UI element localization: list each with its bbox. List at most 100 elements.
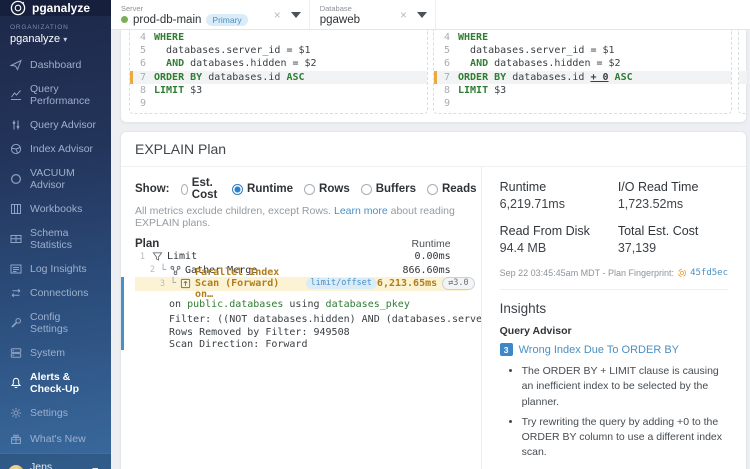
code-line: 6 AND databases.hidden = $2 bbox=[130, 57, 427, 70]
chevron-down-icon: ▾ bbox=[63, 35, 67, 44]
stat-io-read-time: I/O Read Time1,723.52ms bbox=[618, 180, 728, 211]
selected-plan-node-block: 3 └ Parallel Index Scan (Forward) on… li… bbox=[135, 277, 467, 352]
plan-pane: Show: Est. CostRuntimeRowsBuffersReadsWr… bbox=[121, 167, 481, 469]
user-name: Jens Nikolaus bbox=[30, 461, 85, 469]
code-line: 7ORDER BY databases.id + 0 ASC bbox=[434, 71, 731, 84]
query-rewritten-panel: 4WHERE5 databases.server_id = $16 AND da… bbox=[433, 30, 732, 114]
plan-node-details: on public.databases using databases_pkey… bbox=[169, 297, 467, 352]
database-selector[interactable]: Database pgaweb × bbox=[310, 0, 436, 29]
server-value: prod-db-main bbox=[133, 14, 201, 26]
show-label: Show: bbox=[135, 183, 170, 195]
org-label: ORGANIZATION bbox=[10, 24, 101, 31]
rows-removed-text: Rows Removed by Filter: 949508 bbox=[169, 327, 467, 340]
workbooks-icon bbox=[10, 203, 22, 215]
sidebar-item-query-performance[interactable]: Query Performance bbox=[0, 77, 111, 113]
radio-reads[interactable]: Reads bbox=[427, 183, 477, 195]
server-selector[interactable]: Server prod-db-main Primary × bbox=[111, 0, 310, 29]
code-line: 8LIMIT $3 bbox=[130, 84, 427, 97]
top-header: Server prod-db-main Primary × Database p… bbox=[111, 0, 750, 30]
sidebar-item-vacuum-advisor[interactable]: VACUUM Advisor bbox=[0, 161, 111, 197]
filter-text: Filter: ((NOT databases.hidden) AND (dat… bbox=[169, 314, 481, 325]
fingerprint-icon bbox=[677, 268, 687, 278]
sidebar-item-alerts-check-up[interactable]: Alerts & Check-Up bbox=[0, 365, 111, 401]
user-menu[interactable]: Jens Nikolaus bbox=[0, 453, 111, 469]
radio-rows[interactable]: Rows bbox=[304, 183, 350, 195]
sidebar-item-index-advisor[interactable]: Index Advisor bbox=[0, 137, 111, 161]
org-switcher[interactable]: pganalyze ▾ bbox=[10, 33, 101, 45]
fingerprint-hash-link[interactable]: 45fd5ec bbox=[690, 268, 728, 278]
query-performance-icon bbox=[10, 89, 22, 101]
sidebar-item-config-settings[interactable]: Config Settings bbox=[0, 305, 111, 341]
code-line: 4WHERE bbox=[434, 31, 731, 44]
sidebar-item-system[interactable]: System bbox=[0, 341, 111, 365]
insight-bullet: The ORDER BY + LIMIT clause is causing a… bbox=[522, 364, 728, 410]
plan-node-limit[interactable]: 1 Limit 0.00ms bbox=[135, 250, 467, 264]
scan-direction-text: Scan Direction: Forward bbox=[169, 339, 467, 352]
config-settings-icon bbox=[10, 317, 22, 329]
org-section: ORGANIZATION pganalyze ▾ bbox=[0, 16, 111, 51]
clear-server-icon[interactable]: × bbox=[274, 8, 281, 22]
app-root: pganalyze ORGANIZATION pganalyze ▾ Dashb… bbox=[0, 0, 750, 469]
funnel-icon bbox=[152, 251, 163, 262]
stat-total-est-cost: Total Est. Cost37,139 bbox=[618, 224, 728, 255]
plan-node-gather-merge[interactable]: 2 └ Gather Merge 866.60ms bbox=[135, 264, 467, 278]
radio-circle-icon bbox=[304, 184, 315, 195]
query-diff-card: 4WHERE5 databases.server_id = $16 AND da… bbox=[120, 30, 747, 123]
sidebar-item-settings[interactable]: Settings bbox=[0, 401, 111, 425]
whats-new-link[interactable]: What's New bbox=[0, 425, 111, 453]
dashboard-icon bbox=[10, 59, 22, 71]
stat-runtime: Runtime6,219.71ms bbox=[500, 180, 610, 211]
index-scan-icon bbox=[180, 278, 191, 289]
clear-database-icon[interactable]: × bbox=[400, 8, 407, 22]
stat-read-from-disk: Read From Disk94.4 MB bbox=[500, 224, 610, 255]
database-dropdown-icon[interactable] bbox=[417, 12, 427, 18]
gift-icon bbox=[10, 433, 22, 445]
code-line: 4WHERE bbox=[130, 31, 427, 44]
radio-buffers[interactable]: Buffers bbox=[361, 183, 416, 195]
explain-plan-card: EXPLAIN Plan Show: Est. Cost Runtime Rows B… bbox=[120, 131, 747, 469]
radio-runtime[interactable]: Runtime bbox=[232, 183, 293, 195]
settings-icon bbox=[10, 407, 22, 419]
insights-title: Insights bbox=[500, 301, 728, 316]
limit-offset-badge: limit/offset bbox=[306, 278, 377, 289]
code-line: 9 bbox=[130, 97, 427, 110]
radio-circle-icon bbox=[427, 184, 438, 195]
gather-merge-icon bbox=[170, 265, 181, 276]
sidebar-item-dashboard[interactable]: Dashboard bbox=[0, 53, 111, 77]
server-label: Server bbox=[121, 4, 248, 13]
learn-more-link[interactable]: Learn more bbox=[334, 205, 388, 217]
radio-est-cost[interactable]: Est. Cost bbox=[181, 177, 222, 201]
pganalyze-logo-icon bbox=[10, 0, 26, 16]
code-line: 5 databases.server_id = $1 bbox=[434, 44, 731, 57]
wrong-index-insight-link[interactable]: Wrong Index Due To ORDER BY bbox=[519, 344, 679, 356]
connections-icon bbox=[10, 287, 22, 299]
sidebar: pganalyze ORGANIZATION pganalyze ▾ Dashb… bbox=[0, 0, 111, 469]
radio-circle-icon bbox=[232, 184, 243, 195]
sidebar-item-connections[interactable]: Connections bbox=[0, 281, 111, 305]
plan-column-header: Plan bbox=[135, 238, 159, 250]
main-scroll-area: 4WHERE5 databases.server_id = $16 AND da… bbox=[111, 30, 750, 469]
log-insights-icon bbox=[10, 263, 22, 275]
index-name: databases_pkey bbox=[326, 299, 410, 310]
insight-bullet-list: The ORDER BY + LIMIT clause is causing a… bbox=[522, 364, 728, 460]
radio-circle-icon bbox=[181, 184, 188, 195]
plan-fingerprint-row: Sep 22 03:45:45am MDT - Plan Fingerprint… bbox=[500, 268, 728, 290]
explain-plan-title: EXPLAIN Plan bbox=[121, 132, 746, 167]
database-value: pgaweb bbox=[320, 14, 360, 26]
sidebar-item-schema-statistics[interactable]: Schema Statistics bbox=[0, 221, 111, 257]
plan-node-parallel-index-scan[interactable]: 3 └ Parallel Index Scan (Forward) on… li… bbox=[135, 277, 467, 291]
logo-row[interactable]: pganalyze bbox=[0, 0, 111, 16]
query-advisor-icon bbox=[10, 119, 22, 131]
sidebar-item-query-advisor[interactable]: Query Advisor bbox=[0, 113, 111, 137]
sidebar-nav: DashboardQuery PerformanceQuery AdvisorI… bbox=[0, 53, 111, 425]
code-line: 9 bbox=[434, 97, 731, 110]
server-dropdown-icon[interactable] bbox=[291, 12, 301, 18]
query-panel-overflow-sliver bbox=[738, 30, 747, 114]
runtime-column-header: Runtime bbox=[412, 238, 451, 250]
sidebar-bottom: What's New Jens Nikolaus bbox=[0, 425, 111, 469]
sidebar-item-log-insights[interactable]: Log Insights bbox=[0, 257, 111, 281]
database-label: Database bbox=[320, 4, 360, 13]
server-status-dot bbox=[121, 16, 128, 23]
tree-connector: └ bbox=[160, 265, 166, 276]
sidebar-item-workbooks[interactable]: Workbooks bbox=[0, 197, 111, 221]
